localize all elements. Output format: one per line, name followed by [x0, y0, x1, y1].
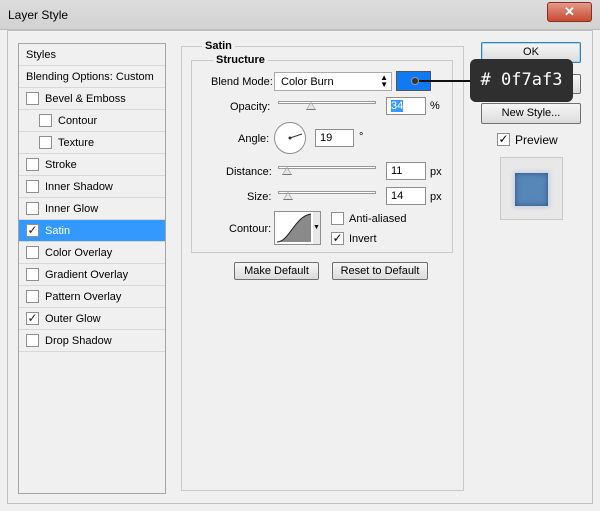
list-item-contour[interactable]: Contour [19, 110, 165, 132]
checkbox[interactable] [26, 180, 39, 193]
checkbox[interactable] [26, 92, 39, 105]
invert-checkbox[interactable]: ✓ [331, 232, 344, 245]
size-slider-thumb[interactable] [283, 192, 293, 200]
distance-unit: px [430, 166, 442, 178]
list-item-label: Bevel & Emboss [45, 93, 126, 105]
checkbox[interactable]: ✓ [26, 224, 39, 237]
list-item-inner-shadow[interactable]: Inner Shadow [19, 176, 165, 198]
blend-mode-select[interactable]: Color Burn ▲ ▼ [274, 72, 392, 91]
list-item-label: Drop Shadow [45, 335, 112, 347]
opacity-slider-thumb[interactable] [306, 102, 316, 110]
checkbox[interactable] [26, 334, 39, 347]
list-item-gradient-overlay[interactable]: Gradient Overlay [19, 264, 165, 286]
close-button[interactable]: ✕ [547, 2, 592, 22]
contour-label: Contour: [229, 223, 272, 235]
opacity-label: Opacity: [230, 101, 271, 113]
contour-curve-icon [276, 213, 312, 243]
distance-slider[interactable] [278, 166, 376, 169]
angle-dial[interactable] [274, 122, 306, 154]
preview-thumbnail [500, 157, 563, 220]
satin-group-title: Satin [202, 40, 235, 52]
list-item-label: Gradient Overlay [45, 269, 129, 281]
checkbox[interactable] [26, 202, 39, 215]
checkbox[interactable] [26, 290, 39, 303]
list-item-label: Outer Glow [45, 313, 101, 325]
angle-indicator-icon [288, 133, 303, 140]
checkbox[interactable] [26, 246, 39, 259]
preview-label: Preview [515, 133, 558, 147]
anti-aliased-checkbox[interactable] [331, 212, 344, 225]
list-item-pattern-overlay[interactable]: Pattern Overlay [19, 286, 165, 308]
reset-to-default-button[interactable]: Reset to Default [332, 262, 428, 280]
styles-list: Styles Blending Options: Custom Bevel & … [18, 43, 166, 494]
checkbox[interactable] [26, 158, 39, 171]
contour-dropdown-icon[interactable]: ▼ [313, 211, 321, 245]
styles-header[interactable]: Styles [19, 44, 165, 66]
window-title: Layer Style [8, 8, 69, 22]
preview-checkbox[interactable]: ✓ [497, 133, 510, 146]
list-item-bevel-emboss[interactable]: Bevel & Emboss [19, 88, 165, 110]
angle-unit: ° [359, 131, 364, 143]
checkbox[interactable] [39, 114, 52, 127]
layer-style-window: Layer Style ✕ Styles Blending Options: C… [0, 0, 600, 511]
distance-label: Distance: [226, 166, 272, 178]
blend-mode-label: Blend Mode: [211, 76, 273, 88]
opacity-unit: % [430, 100, 440, 112]
size-unit: px [430, 191, 442, 203]
list-item-label: Contour [58, 115, 98, 127]
new-style-button[interactable]: New Style... [481, 103, 581, 124]
list-item-label: Texture [58, 137, 95, 149]
blending-options-item[interactable]: Blending Options: Custom [19, 66, 165, 88]
distance-slider-thumb[interactable] [282, 167, 292, 175]
blend-mode-value: Color Burn [281, 76, 334, 88]
callout-dot-icon [411, 77, 419, 85]
checkbox[interactable]: ✓ [26, 312, 39, 325]
list-item-color-overlay[interactable]: Color Overlay [19, 242, 165, 264]
list-item-inner-glow[interactable]: Inner Glow [19, 198, 165, 220]
opacity-slider[interactable] [278, 101, 376, 104]
list-item-label: Satin [45, 225, 71, 237]
angle-input[interactable]: 19 [315, 129, 354, 147]
preview-swatch [515, 173, 548, 206]
color-hex-callout: # 0f7af3 [470, 59, 573, 102]
title-bar[interactable]: Layer Style ✕ [0, 0, 600, 30]
close-icon: ✕ [564, 4, 575, 19]
list-item-label: Pattern Overlay [45, 291, 122, 303]
anti-aliased-label: Anti-aliased [349, 213, 407, 225]
blending-options-label: Blending Options: Custom [26, 71, 154, 83]
styles-header-label: Styles [26, 49, 56, 61]
list-item-label: Stroke [45, 159, 77, 171]
list-item-label: Color Overlay [45, 247, 113, 259]
callout-connector [418, 80, 470, 82]
opacity-input[interactable]: 34 [386, 97, 426, 115]
list-item-satin[interactable]: ✓ Satin [19, 220, 165, 242]
list-item-label: Inner Glow [45, 203, 99, 215]
checkbox[interactable] [26, 268, 39, 281]
opacity-value: 34 [391, 100, 404, 112]
contour-picker[interactable] [274, 211, 314, 245]
list-item-outer-glow[interactable]: ✓ Outer Glow [19, 308, 165, 330]
size-label: Size: [247, 191, 272, 203]
list-item-stroke[interactable]: Stroke [19, 154, 165, 176]
checkbox[interactable] [39, 136, 52, 149]
structure-group-title: Structure [213, 54, 268, 66]
select-arrows-icon: ▲ ▼ [380, 73, 388, 89]
list-item-texture[interactable]: Texture [19, 132, 165, 154]
list-item-drop-shadow[interactable]: Drop Shadow [19, 330, 165, 352]
list-item-label: Inner Shadow [45, 181, 113, 193]
distance-input[interactable]: 11 [386, 162, 426, 180]
make-default-button[interactable]: Make Default [234, 262, 319, 280]
size-input[interactable]: 14 [386, 187, 426, 205]
angle-label: Angle: [238, 133, 270, 145]
invert-label: Invert [349, 233, 377, 245]
